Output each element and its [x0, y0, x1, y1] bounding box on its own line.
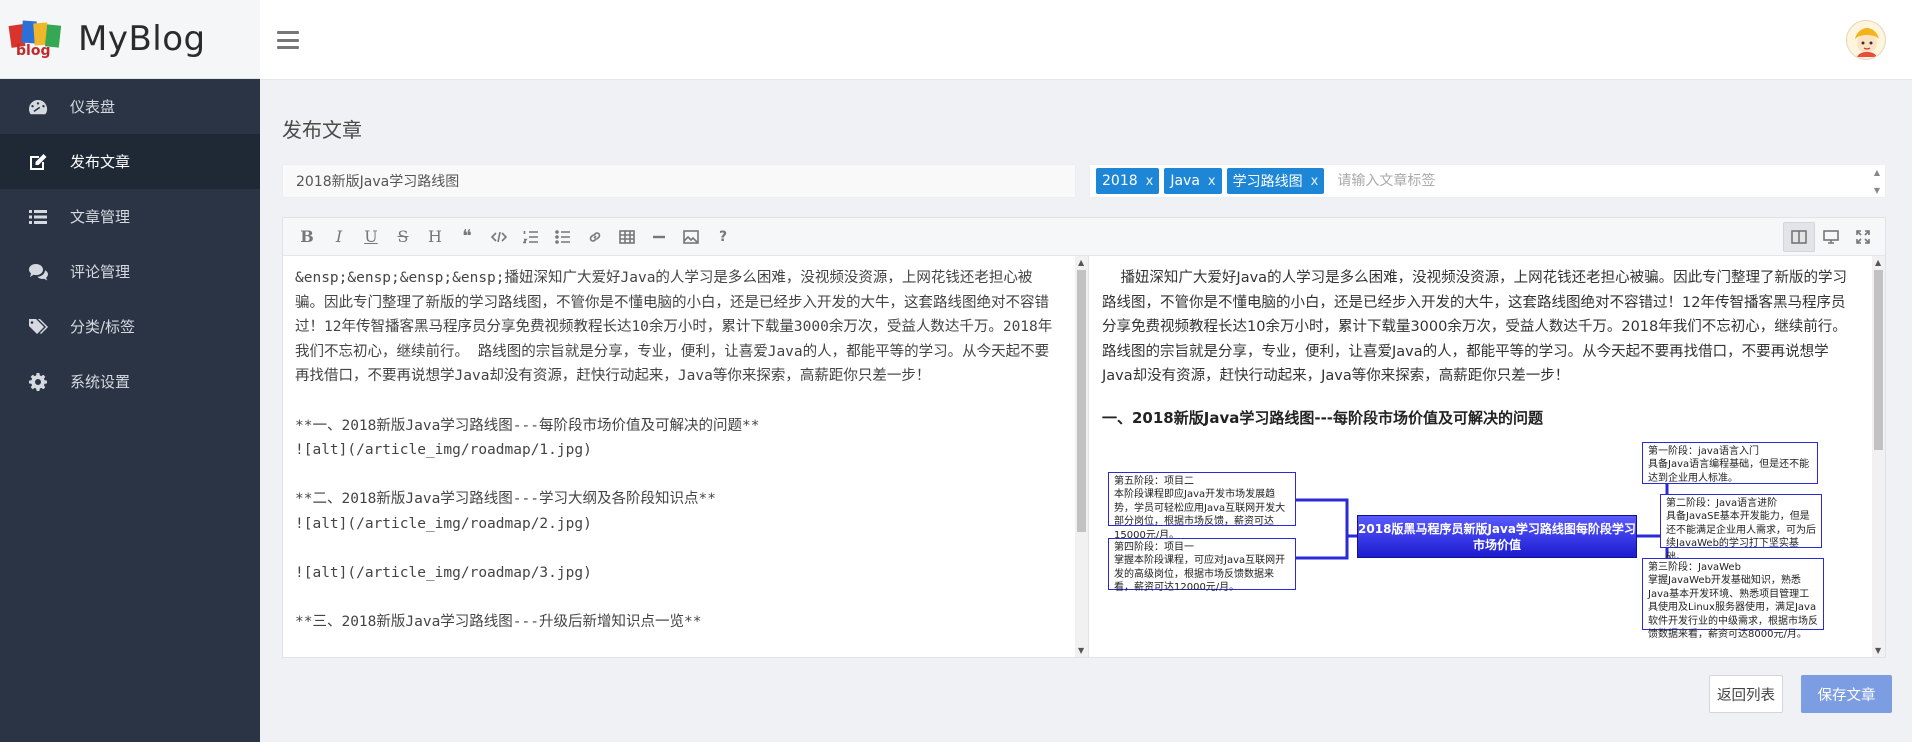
- roadmap-stage-2: 第二阶段：Java语言进阶 具备JavaSE基本开发能力，但是还不能满足企业用人…: [1660, 493, 1822, 563]
- preview-content: 播妞深知广大爱好Java的人学习是多么困难，没视频没资源，上网花钱还老担心被骗。…: [1090, 256, 1885, 657]
- strikethrough-icon[interactable]: S: [387, 222, 419, 252]
- sidebar-item-label: 文章管理: [70, 208, 131, 226]
- tag-remove-button[interactable]: x: [1311, 174, 1319, 189]
- split-view-icon[interactable]: [1783, 222, 1815, 252]
- gear-icon: [26, 372, 50, 392]
- sidebar-item-dashboard[interactable]: 仪表盘: [0, 79, 260, 134]
- sidebar-item-label: 分类/标签: [70, 318, 136, 336]
- ordered-list-icon[interactable]: [515, 222, 547, 252]
- dashboard-icon: [26, 97, 50, 117]
- scroll-down-icon[interactable]: ▼: [1078, 646, 1084, 655]
- sidebar-item-settings[interactable]: 系统设置: [0, 354, 260, 409]
- scroll-up-icon[interactable]: ▲: [1875, 258, 1881, 267]
- spinner-down-icon[interactable]: ▼: [1874, 187, 1880, 195]
- sidebar-item-label: 发布文章: [70, 153, 131, 171]
- blog-logo-icon[interactable]: blog: [8, 15, 64, 63]
- roadmap-center-node: 2018版黑马程序员新版Java学习路线图每阶段学习市场价值: [1357, 514, 1637, 558]
- logo-bar: blog MyBlog: [0, 0, 260, 79]
- link-icon[interactable]: [579, 222, 611, 252]
- comments-icon: [26, 262, 50, 282]
- code-icon[interactable]: [483, 222, 515, 252]
- markdown-input-pane[interactable]: &ensp;&ensp;&ensp;&ensp;播妞深知广大爱好Java的人学习…: [283, 256, 1089, 657]
- user-avatar-icon[interactable]: [1846, 20, 1886, 60]
- markdown-preview-pane: 播妞深知广大爱好Java的人学习是多么困难，没视频没资源，上网花钱还老担心被骗。…: [1090, 256, 1885, 657]
- roadmap-image: 第五阶段：项目二 本阶段课程即应Java开发市场发展趋势，学员可轻松应用Java…: [1102, 437, 1858, 657]
- tag-label: 2018: [1102, 173, 1138, 189]
- editor-toolbar: B I U S H ❝ ?: [283, 218, 1885, 256]
- spinner-up-icon[interactable]: ▲: [1874, 169, 1880, 177]
- fullscreen-icon[interactable]: [1847, 222, 1879, 252]
- list-icon: [26, 207, 50, 227]
- preview-icon[interactable]: [1815, 222, 1847, 252]
- hamburger-icon[interactable]: [277, 31, 299, 49]
- tag-input[interactable]: [1337, 173, 1638, 189]
- sidebar-item-comments[interactable]: 评论管理: [0, 244, 260, 299]
- markdown-editor: B I U S H ❝ ? &ensp;&ensp;&ensp;&ensp;播妞…: [282, 217, 1886, 658]
- preview-scrollbar[interactable]: ▲ ▼: [1872, 256, 1885, 657]
- help-icon[interactable]: ?: [707, 222, 739, 252]
- tag-chip: 2018 x: [1096, 168, 1160, 194]
- roadmap-stage-1: 第一阶段：java语言入门 具备Java语言编程基础，但是还不能达到企业用人标准…: [1642, 441, 1818, 484]
- preview-paragraph: 播妞深知广大爱好Java的人学习是多么困难，没视频没资源，上网花钱还老担心被骗。…: [1102, 270, 1852, 385]
- scrollbar-thumb[interactable]: [1874, 270, 1883, 450]
- tags-input-box[interactable]: 2018 x Java x 学习路线图 x ▲ ▼: [1089, 164, 1886, 198]
- scrollbar-thumb[interactable]: [1077, 270, 1086, 532]
- preview-heading: 一、2018新版Java学习路线图---每阶段市场价值及可解决的问题: [1102, 408, 1544, 427]
- tag-remove-button[interactable]: x: [1146, 174, 1154, 189]
- tag-remove-button[interactable]: x: [1208, 174, 1216, 189]
- sidebar-item-publish[interactable]: 发布文章: [0, 134, 260, 189]
- tag-spinner[interactable]: ▲ ▼: [1871, 169, 1883, 195]
- sidebar-item-label: 系统设置: [70, 373, 131, 391]
- table-icon[interactable]: [611, 222, 643, 252]
- tag-chip: 学习路线图 x: [1226, 168, 1325, 194]
- sidebar: blog MyBlog 仪表盘 发布文章 文章管理 评论管理 分类/标签 系统设…: [0, 0, 260, 742]
- roadmap-stage-4: 第四阶段：项目一 掌握本阶段课程，可应对Java互联网开发的高级岗位，根据市场反…: [1108, 537, 1296, 593]
- editor-scrollbar[interactable]: ▲ ▼: [1075, 256, 1088, 657]
- back-to-list-button[interactable]: 返回列表: [1709, 675, 1783, 713]
- sidebar-item-categories[interactable]: 分类/标签: [0, 299, 260, 354]
- save-article-button[interactable]: 保存文章: [1801, 675, 1892, 713]
- brand-name[interactable]: MyBlog: [78, 19, 206, 59]
- article-title-input[interactable]: [282, 164, 1076, 198]
- tags-icon: [26, 317, 50, 337]
- sidebar-menu: 仪表盘 发布文章 文章管理 评论管理 分类/标签 系统设置: [0, 79, 260, 409]
- tag-label: 学习路线图: [1232, 174, 1303, 190]
- unordered-list-icon[interactable]: [547, 222, 579, 252]
- toolbar-right-group: [1783, 222, 1879, 252]
- tag-label: Java: [1170, 173, 1200, 189]
- heading-icon[interactable]: H: [419, 222, 451, 252]
- tag-chip: Java x: [1164, 168, 1222, 194]
- sidebar-item-articles[interactable]: 文章管理: [0, 189, 260, 244]
- sidebar-item-label: 评论管理: [70, 263, 131, 281]
- underline-icon[interactable]: U: [355, 222, 387, 252]
- scroll-down-icon[interactable]: ▼: [1875, 646, 1881, 655]
- roadmap-stage-3: 第三阶段：JavaWeb 掌握JavaWeb开发基础知识，熟悉Java基本开发环…: [1642, 557, 1824, 640]
- horizontal-rule-icon[interactable]: [643, 222, 675, 252]
- logo-lettering: blog: [16, 43, 50, 59]
- roadmap-stage-5: 第五阶段：项目二 本阶段课程即应Java开发市场发展趋势，学员可轻松应用Java…: [1108, 471, 1296, 541]
- scroll-up-icon[interactable]: ▲: [1078, 258, 1084, 267]
- edit-icon: [26, 152, 50, 172]
- main-content: 发布文章 2018 x Java x 学习路线图 x ▲ ▼ B I U S H…: [260, 80, 1912, 742]
- italic-icon[interactable]: I: [323, 222, 355, 252]
- sidebar-item-label: 仪表盘: [70, 98, 116, 116]
- page-title: 发布文章: [282, 118, 362, 142]
- top-bar: [260, 0, 1912, 80]
- bold-icon[interactable]: B: [291, 222, 323, 252]
- image-icon[interactable]: [675, 222, 707, 252]
- quote-icon[interactable]: ❝: [451, 222, 483, 252]
- markdown-textarea[interactable]: &ensp;&ensp;&ensp;&ensp;播妞深知广大爱好Java的人学习…: [283, 256, 1073, 635]
